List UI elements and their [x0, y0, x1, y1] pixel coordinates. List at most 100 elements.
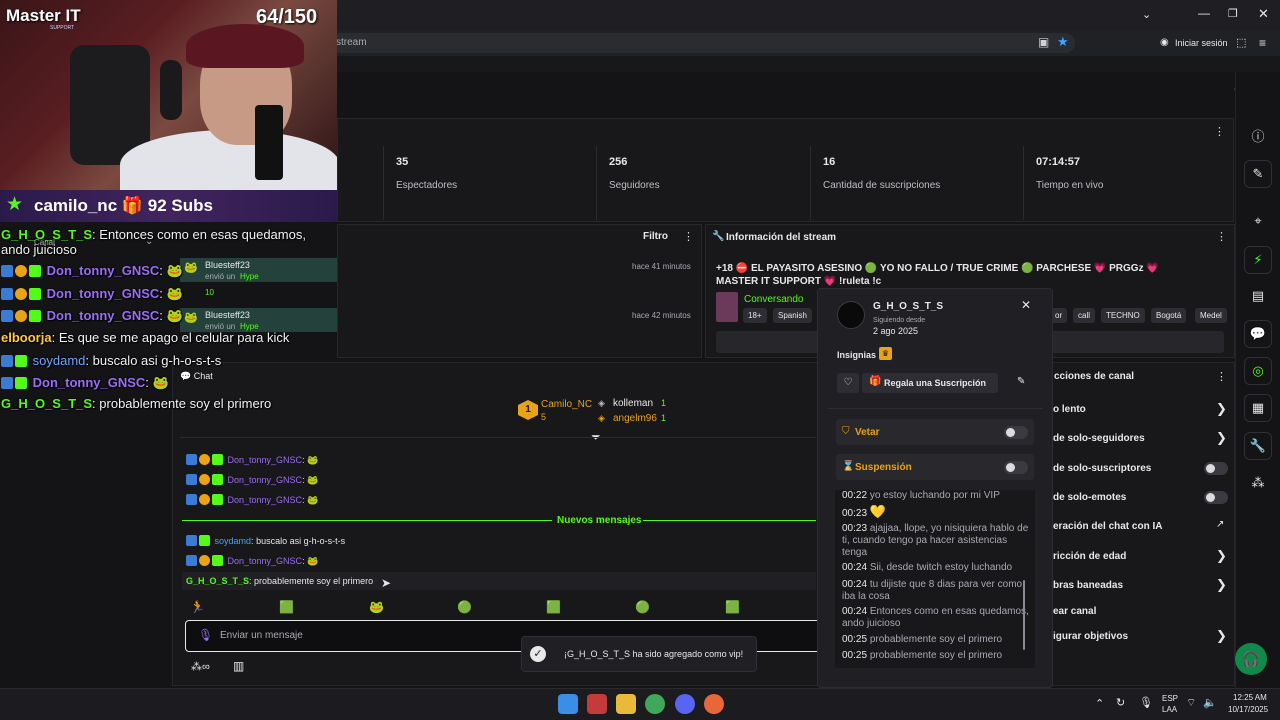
rank-3-name[interactable]: angelm96: [613, 413, 657, 424]
tray-chevron-icon[interactable]: ⌃: [1095, 697, 1104, 710]
emote-icon[interactable]: 🟩: [279, 600, 294, 614]
login-button[interactable]: Iniciar sesión: [1175, 38, 1228, 48]
ban-toggle[interactable]: [1004, 426, 1028, 439]
top-chatter-name[interactable]: Camilo_NC: [541, 399, 592, 410]
slow-mode-row[interactable]: o lento: [1053, 404, 1086, 415]
restore-icon[interactable]: ❐: [1228, 7, 1238, 20]
emote-icon[interactable]: 🟢: [457, 600, 472, 614]
lightning-icon[interactable]: ⚡: [1244, 246, 1272, 274]
more-options-icon[interactable]: ⋮: [1216, 370, 1227, 383]
timeout-toggle[interactable]: [1004, 461, 1028, 474]
person-cap: [186, 24, 304, 68]
clock-date: 10/17/2025: [1228, 705, 1269, 714]
points-icon[interactable]: ⁂∞: [191, 660, 210, 673]
rank-2-name[interactable]: kolleman: [613, 398, 653, 409]
follow-heart-button[interactable]: ♡: [837, 373, 859, 393]
brand-logo-sub: SUPPORT: [50, 25, 75, 31]
subscribers-only-toggle[interactable]: [1204, 462, 1228, 475]
emote-icon[interactable]: 🟢: [635, 600, 650, 614]
close-icon[interactable]: ✕: [1021, 298, 1031, 312]
store-icon[interactable]: ▥: [233, 659, 244, 673]
edit-icon[interactable]: ✎: [1244, 160, 1272, 188]
chevron-down-icon[interactable]: ⌄: [1142, 8, 1151, 21]
emotes-only-toggle[interactable]: [1204, 491, 1228, 504]
scrollbar[interactable]: [1023, 580, 1025, 650]
chevron-right-icon[interactable]: ❯: [1216, 548, 1227, 564]
popup-username: G_H_O_S_T_S: [873, 301, 944, 312]
tray-icon[interactable]: ↻: [1116, 696, 1125, 709]
more-options-icon[interactable]: ⋮: [683, 230, 694, 243]
followers-only-row[interactable]: de solo-seguidores: [1053, 433, 1145, 444]
chrome-icon[interactable]: [645, 694, 665, 714]
gift-icon: 🎁: [869, 376, 882, 387]
overlay-chat-line: elboorja: Es que se me apago el celular …: [1, 330, 290, 345]
chevron-down-icon: ⌄: [145, 236, 154, 247]
activity-time: hace 42 minutos: [632, 311, 691, 320]
more-options-icon[interactable]: ⋮: [1214, 125, 1225, 138]
account-icon[interactable]: ◉: [1160, 37, 1169, 48]
chat-message[interactable]: G_H_O_S_T_S: probablemente soy el primer…: [186, 576, 373, 586]
emote-icon[interactable]: 🟩: [725, 600, 740, 614]
stream-tag: Bogotá: [1151, 308, 1187, 323]
chevron-right-icon[interactable]: ❯: [1216, 430, 1227, 446]
chevron-right-icon[interactable]: ❯: [1216, 401, 1227, 417]
more-options-icon[interactable]: ⋮: [1216, 230, 1227, 243]
bookmark-star-icon[interactable]: ★: [1057, 34, 1069, 50]
badge-icon: [186, 535, 197, 546]
canal-label: Canal: [34, 238, 55, 247]
windows-start-icon[interactable]: [558, 694, 578, 714]
more-actions-icon[interactable]: ✎: [1017, 376, 1025, 387]
chevron-right-icon[interactable]: ❯: [1216, 577, 1227, 593]
wifi-icon[interactable]: ⌔: [1186, 696, 1196, 710]
reader-icon[interactable]: ▣: [1038, 35, 1049, 49]
goals-row[interactable]: igurar objetivos: [1053, 631, 1128, 642]
layout-icon[interactable]: ▦: [1244, 394, 1272, 422]
focus-icon[interactable]: ⌖: [1244, 207, 1272, 235]
folder-icon[interactable]: [616, 694, 636, 714]
stream-tag: call: [1073, 308, 1096, 323]
chevron-right-icon[interactable]: ❯: [1216, 628, 1227, 644]
webcam-video: Master IT SUPPORT 64/150: [0, 0, 337, 190]
url-text: stream: [336, 37, 367, 48]
support-headset-icon[interactable]: 🎧: [1235, 643, 1267, 675]
clear-channel-row[interactable]: ear canal: [1053, 606, 1096, 617]
overlay-chat-line: soydamd: buscalo asi g-h-o-s-t-s: [1, 353, 221, 368]
microphone-icon[interactable]: 🎙: [1139, 696, 1153, 709]
banned-words-row[interactable]: bras baneadas: [1053, 580, 1123, 591]
overlay-chat-line: G_H_O_S_T_S: probablemente soy el primer…: [1, 396, 272, 411]
age-restriction-row[interactable]: ricción de edad: [1053, 551, 1126, 562]
external-link-icon[interactable]: ↗: [1216, 519, 1224, 530]
following-date: 2 ago 2025: [873, 326, 919, 336]
minimize-icon[interactable]: —: [1198, 6, 1210, 20]
apps-icon[interactable]: ⁂: [1244, 469, 1272, 497]
gift-sub-button[interactable]: 🎁 Regala una Suscripción: [862, 373, 998, 393]
firefox-icon[interactable]: [704, 694, 724, 714]
volume-icon[interactable]: 🔈: [1203, 696, 1217, 709]
emote-icon[interactable]: 🟩: [546, 600, 561, 614]
language-indicator[interactable]: ESP: [1162, 694, 1178, 703]
history-message: 00:24 Sii, desde twitch estoy luchando: [842, 562, 1013, 573]
discord-icon[interactable]: [675, 694, 695, 714]
info-icon[interactable]: ⓘ: [1244, 121, 1272, 149]
chat-message[interactable]: soydamd: buscalo asi g-h-o-s-t-s: [186, 535, 345, 546]
chat-message[interactable]: Don_tonny_GNSC: 🐸: [186, 555, 318, 567]
microphone-icon[interactable]: 🎙: [198, 628, 213, 642]
emote-icon[interactable]: 🏃: [190, 600, 205, 614]
clock-time[interactable]: 12:25 AM: [1233, 693, 1267, 702]
filter-button[interactable]: Filtro: [643, 231, 668, 242]
document-icon[interactable]: ▤: [1244, 282, 1272, 310]
extensions-icon[interactable]: ⬚: [1236, 36, 1246, 49]
category-name[interactable]: Conversando: [744, 294, 803, 305]
chat-message[interactable]: Don_tonny_GNSC: 🐸: [186, 494, 318, 506]
broadcast-icon[interactable]: ◎: [1244, 357, 1272, 385]
chat-message[interactable]: Don_tonny_GNSC: 🐸: [186, 474, 318, 486]
chat-bubble-icon[interactable]: 💬: [1244, 320, 1272, 348]
menu-icon[interactable]: ≡: [1259, 36, 1266, 50]
app-icon[interactable]: [587, 694, 607, 714]
address-bar[interactable]: stream ▣ ★: [330, 33, 1075, 53]
chat-message[interactable]: Don_tonny_GNSC: 🐸: [186, 454, 318, 466]
close-window-icon[interactable]: ✕: [1258, 6, 1269, 22]
ai-moderation-row[interactable]: eración del chat con IA: [1053, 521, 1162, 532]
wrench-icon[interactable]: 🔧: [1244, 432, 1272, 460]
emote-icon[interactable]: 🐸: [369, 600, 384, 614]
